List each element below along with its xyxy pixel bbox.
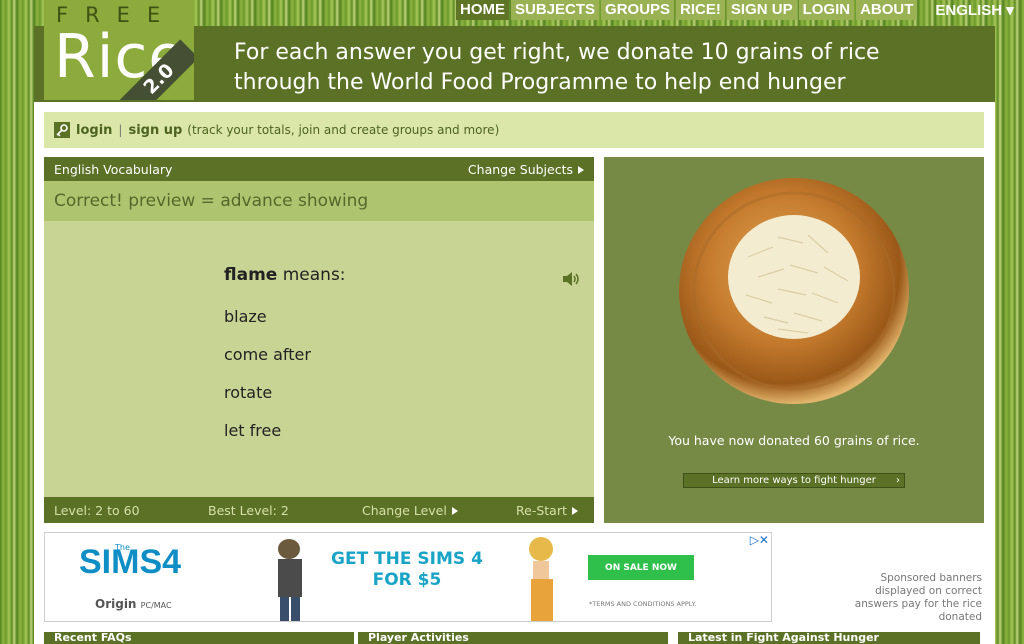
ad-choices-icon[interactable]: ▷✕: [750, 533, 769, 547]
nav-signup[interactable]: SIGN UP: [726, 0, 797, 20]
advertisement-banner[interactable]: The SIMS4 Origin PC/MAC GET THE SIMS 4 F…: [44, 532, 772, 622]
feedback-text: Correct! preview = advance showing: [44, 181, 594, 221]
login-separator: |: [118, 123, 123, 137]
speaker-icon[interactable]: [561, 270, 581, 288]
footer-player-activities[interactable]: Player Activities: [358, 632, 668, 644]
nav-home[interactable]: HOME: [456, 0, 509, 20]
ad-terms: *TERMS AND CONDITIONS APPLY.: [589, 600, 697, 608]
tagline: For each answer you get right, we donate…: [234, 38, 880, 98]
level-range: Level: 2 to 60: [54, 502, 140, 518]
answer-option[interactable]: rotate: [224, 383, 311, 421]
origin-label: Origin: [95, 597, 137, 611]
footer-sections: Recent FAQs Player Activities Latest in …: [44, 632, 984, 644]
triangle-right-icon: [578, 166, 584, 174]
origin-logo: Origin PC/MAC: [95, 597, 172, 611]
subject-bar: English Vocabulary Change Subjects: [44, 157, 594, 181]
rice-bowl-image: [679, 178, 909, 404]
platform-label: PC/MAC: [140, 601, 172, 610]
nav-rice[interactable]: RICE!: [676, 0, 725, 20]
sims-woman-image: [529, 537, 553, 621]
freerice-logo[interactable]: FREE Rice 2.0: [44, 0, 194, 100]
login-bar: login | sign up (track your totals, join…: [44, 112, 984, 148]
login-note: (track your totals, join and create grou…: [187, 123, 500, 137]
ad-headline-2: FOR $5: [372, 570, 442, 590]
change-level-link[interactable]: Change Level: [362, 503, 516, 518]
nav-subjects[interactable]: SUBJECTS: [511, 0, 600, 20]
change-subjects-link[interactable]: Change Subjects: [468, 162, 584, 177]
main-content: login | sign up (track your totals, join…: [34, 102, 995, 644]
answer-list: blaze come after rotate let free: [224, 307, 311, 459]
ad-headline-1: GET THE SIMS 4: [331, 549, 483, 569]
chevron-right-icon: ›: [896, 475, 900, 486]
ad-headline: GET THE SIMS 4 FOR $5: [331, 549, 483, 591]
learn-more-button[interactable]: Learn more ways to fight hunger ›: [683, 473, 905, 488]
game-panel: English Vocabulary Change Subjects Corre…: [44, 157, 594, 523]
footer-latest-hunger[interactable]: Latest in Fight Against Hunger: [678, 632, 980, 644]
nav-login[interactable]: LOGIN: [798, 0, 855, 20]
tagline-line-2: through the World Food Programme to help…: [234, 70, 846, 95]
language-selector[interactable]: ENGLISH ▾: [935, 1, 1013, 19]
best-level: Best Level: 2: [208, 502, 289, 518]
footer-recent-faqs[interactable]: Recent FAQs: [44, 632, 354, 644]
sponsor-note: Sponsored banners displayed on correct a…: [854, 572, 982, 623]
answer-option[interactable]: let free: [224, 421, 311, 459]
nav-about[interactable]: ABOUT: [856, 0, 918, 20]
subject-label: English Vocabulary: [54, 161, 173, 177]
triangle-right-icon: [571, 507, 578, 515]
restart-link[interactable]: Re-Start: [516, 503, 578, 518]
key-icon: [54, 122, 70, 138]
triangle-right-icon: [451, 507, 458, 515]
login-link[interactable]: login: [76, 123, 112, 138]
question-suffix: means:: [277, 265, 346, 285]
change-level-label: Change Level: [362, 502, 447, 518]
sims4-logo: SIMS4: [79, 543, 182, 581]
sims-man-image: [278, 539, 302, 621]
on-sale-button[interactable]: ON SALE NOW: [588, 555, 694, 580]
level-bar: Level: 2 to 60 Best Level: 2 Change Leve…: [44, 497, 594, 523]
answer-option[interactable]: come after: [224, 345, 311, 383]
change-subjects-label: Change Subjects: [467, 161, 573, 177]
learn-more-label: Learn more ways to fight hunger: [712, 475, 876, 486]
tagline-line-1: For each answer you get right, we donate…: [234, 40, 880, 65]
answer-option[interactable]: blaze: [224, 307, 311, 345]
donation-panel: You have now donated 60 grains of rice. …: [604, 157, 984, 523]
donation-total: You have now donated 60 grains of rice.: [668, 433, 920, 448]
top-navigation: HOME SUBJECTS GROUPS RICE! SIGN UP LOGIN…: [456, 0, 1014, 20]
question-word: flame: [224, 265, 278, 285]
signup-link[interactable]: sign up: [128, 123, 182, 138]
question: flame means:: [224, 265, 346, 285]
restart-label: Re-Start: [516, 502, 567, 518]
nav-groups[interactable]: GROUPS: [601, 0, 675, 20]
